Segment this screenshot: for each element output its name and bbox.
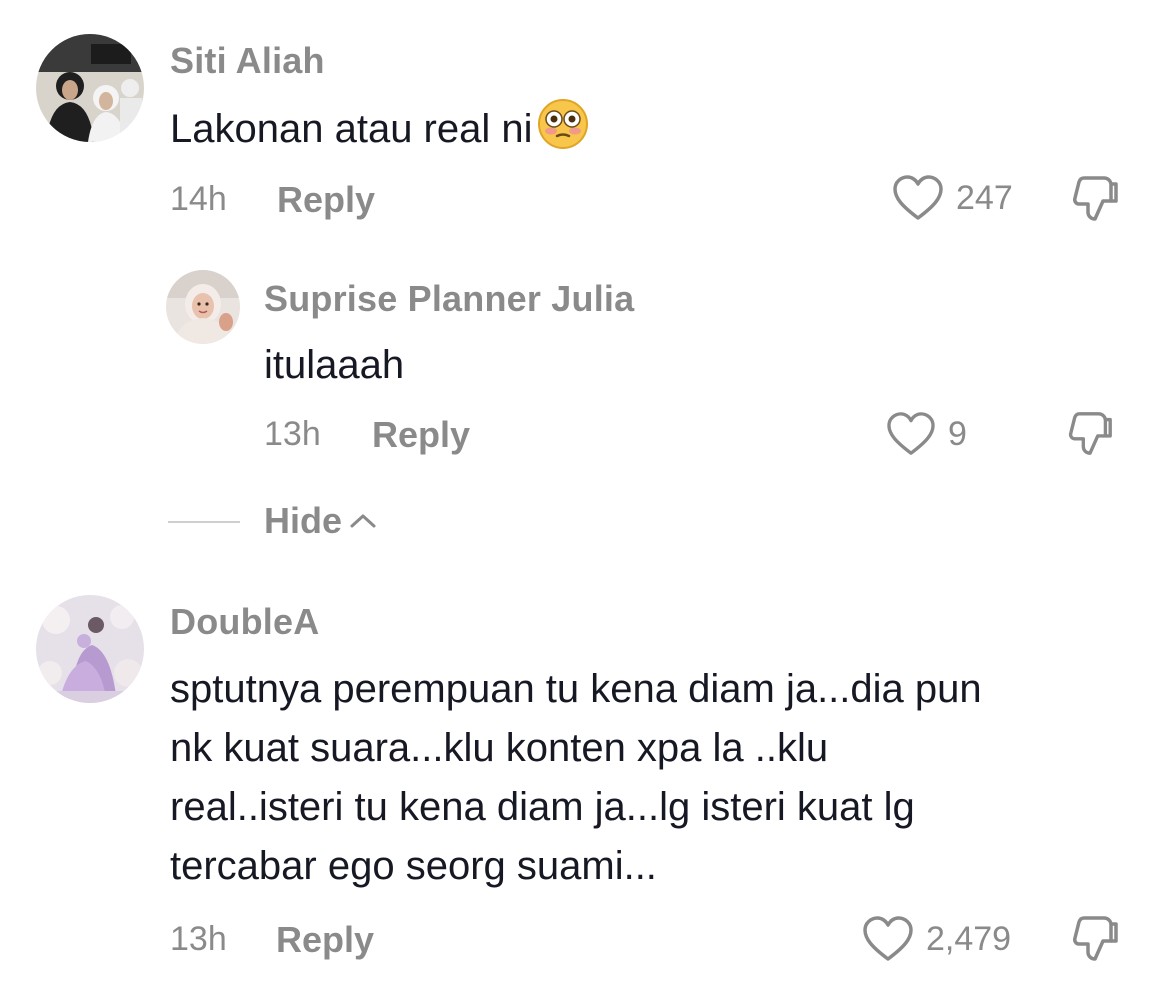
heart-icon <box>893 175 943 220</box>
dislike-button[interactable] <box>1066 410 1116 463</box>
hide-divider <box>168 521 240 523</box>
like-button[interactable]: 9 <box>886 411 967 457</box>
like-count: 9 <box>948 414 967 453</box>
thumbs-down-icon <box>1073 176 1118 221</box>
avatar-suprise-planner-julia[interactable] <box>166 270 240 344</box>
comment-text-line: sptutnya perempuan tu kena diam ja...dia… <box>170 667 982 711</box>
hide-label: Hide <box>264 500 343 541</box>
dislike-button[interactable] <box>1070 174 1122 229</box>
heart-icon <box>863 916 913 961</box>
comment-text: itulaaah <box>264 343 405 387</box>
comment-timestamp: 14h <box>170 180 227 218</box>
avatar-doublea[interactable] <box>36 595 144 703</box>
hide-replies-button[interactable]: Hide <box>264 500 378 542</box>
comment-text: sptutnya perempuan tu kena diam ja...dia… <box>170 660 982 896</box>
comment-text: Lakonan atau real ni <box>170 98 589 167</box>
comment-text-line: nk kuat suara...klu konten xpa la ..klu <box>170 726 829 770</box>
comment-text-line: real..isteri tu kena diam ja...lg isteri… <box>170 785 915 829</box>
heart-icon <box>887 412 935 455</box>
comments-panel: Siti Aliah Lakonan atau real ni 14h Repl… <box>0 0 1169 1006</box>
like-count: 2,479 <box>926 919 1012 958</box>
comment-text-content: Lakonan atau real ni <box>170 107 533 151</box>
reply-button[interactable]: Reply <box>277 179 375 221</box>
like-button[interactable]: 247 <box>892 174 1013 222</box>
avatar-siti-aliah[interactable] <box>36 34 144 142</box>
flushed-face-emoji-icon <box>537 98 589 167</box>
comment-timestamp: 13h <box>170 920 227 958</box>
comment-username[interactable]: Siti Aliah <box>170 40 325 82</box>
comment-text-line: tercabar ego seorg suami... <box>170 844 657 888</box>
comment-username[interactable]: DoubleA <box>170 601 319 643</box>
like-button[interactable]: 2,479 <box>862 915 1011 963</box>
like-count: 247 <box>956 178 1013 217</box>
thumbs-down-icon <box>1073 916 1118 961</box>
reply-button[interactable]: Reply <box>276 919 374 961</box>
chevron-up-icon <box>350 514 376 528</box>
comment-username[interactable]: Suprise Planner Julia <box>264 278 634 320</box>
dislike-button[interactable] <box>1070 914 1122 969</box>
reply-button[interactable]: Reply <box>372 414 470 456</box>
comment-timestamp: 13h <box>264 415 321 453</box>
thumbs-down-icon <box>1068 412 1112 455</box>
